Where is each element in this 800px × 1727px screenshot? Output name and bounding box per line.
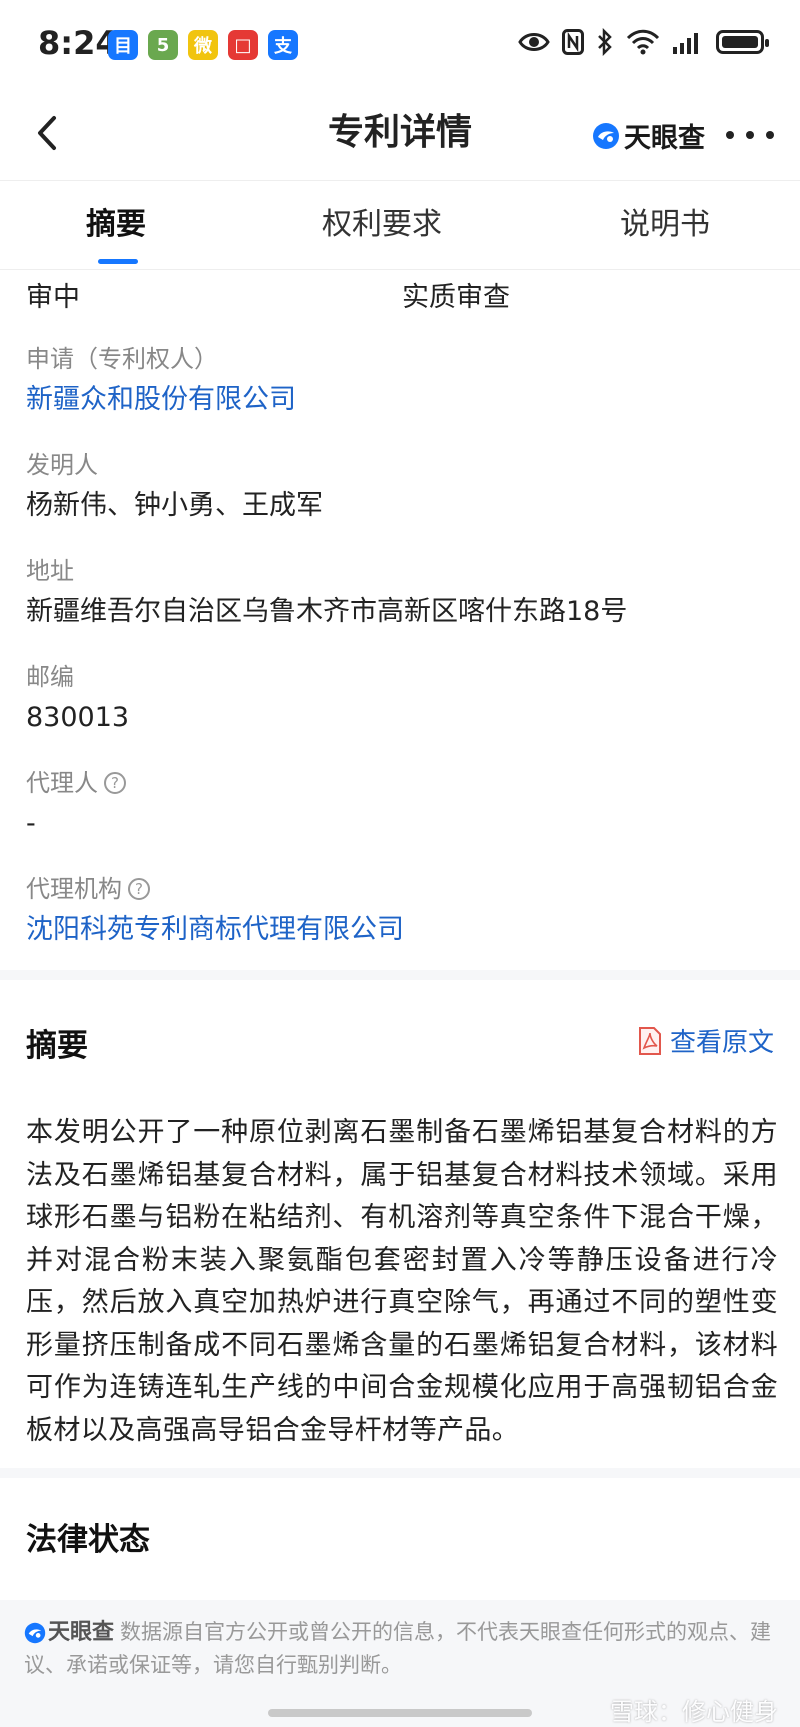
abstract-title: 摘要	[26, 1028, 88, 1064]
address-value: 新疆维吾尔自治区乌鲁木齐市高新区喀什东路18号	[26, 596, 628, 627]
tab-claims[interactable]: 权利要求	[322, 203, 442, 247]
view-original-label: 查看原文	[669, 1028, 774, 1058]
status-time: 8:24	[38, 24, 118, 62]
zip-label: 邮编	[26, 663, 74, 691]
legal-status-title: 法律状态	[26, 1522, 150, 1558]
app-icon-2: 5	[148, 30, 178, 60]
tab-abstract[interactable]: 摘要	[86, 203, 146, 247]
watermark: 雪球：修心健身	[610, 1698, 778, 1726]
inventor-value: 杨新伟、钟小勇、王成军	[26, 490, 323, 521]
help-icon[interactable]: ?	[104, 772, 126, 794]
disclaimer-text: 天眼查 数据源自官方公开或曾公开的信息，不代表天眼查任何形式的观点、建议、承诺或…	[24, 1616, 784, 1681]
nav-bar: 专利详情 天眼查	[0, 90, 800, 180]
section-divider	[0, 970, 800, 980]
applicant-link[interactable]: 新疆众和股份有限公司	[26, 380, 296, 420]
alipay-icon: 支	[268, 30, 298, 60]
system-icons	[518, 28, 769, 56]
status-detail-value: 实质审查	[402, 282, 510, 313]
view-original-button[interactable]: 查看原文	[638, 1022, 774, 1059]
agency-label: 代理机构 ?	[26, 872, 150, 906]
disclaimer-body: 数据源自官方公开或曾公开的信息，不代表天眼查任何形式的观点、建议、承诺或保证等，…	[24, 1620, 772, 1677]
app-icon-red: □	[228, 30, 258, 60]
status-bar: 8:24 目 5 微 □ 支	[0, 0, 800, 90]
home-indicator[interactable]	[268, 1709, 532, 1717]
tab-description[interactable]: 说明书	[620, 203, 710, 247]
tab-active-indicator	[98, 259, 138, 264]
tianyancha-logo-icon	[593, 122, 619, 149]
app-icon-1: 目	[108, 30, 138, 60]
agent-label: 代理人 ?	[26, 766, 126, 800]
tianyancha-logo: 天眼查	[592, 116, 705, 155]
bluetooth-icon	[598, 28, 612, 56]
battery-icon	[716, 30, 769, 54]
status-value: 审中	[26, 282, 80, 313]
agency-link[interactable]: 沈阳科苑专利商标代理有限公司	[26, 910, 404, 950]
pdf-icon	[638, 1026, 661, 1055]
weibo-icon: 微	[188, 30, 218, 60]
more-button[interactable]	[726, 120, 774, 150]
nfc-icon	[562, 29, 584, 55]
wifi-icon	[626, 29, 660, 55]
status-app-icons: 目 5 微 □ 支	[108, 30, 298, 60]
tab-bar: 摘要 权利要求 说明书	[0, 180, 800, 270]
section-divider	[0, 1468, 800, 1478]
brand-name: 天眼查	[624, 123, 705, 154]
agent-value: -	[26, 808, 36, 839]
address-label: 地址	[26, 557, 74, 585]
help-icon[interactable]: ?	[128, 878, 150, 900]
signal-icon	[673, 33, 698, 54]
abstract-text: 本发明公开了一种原位剥离石墨制备石墨烯铝基复合材料的方法及石墨烯铝基复合材料，属…	[26, 1117, 778, 1446]
tianyancha-footer-logo: 天眼查	[24, 1617, 114, 1649]
eye-icon	[518, 33, 550, 51]
zip-value: 830013	[26, 702, 130, 733]
applicant-label: 申请（专利权人）	[26, 345, 218, 373]
inventor-label: 发明人	[26, 451, 98, 479]
tianyancha-logo-icon	[24, 1622, 46, 1644]
